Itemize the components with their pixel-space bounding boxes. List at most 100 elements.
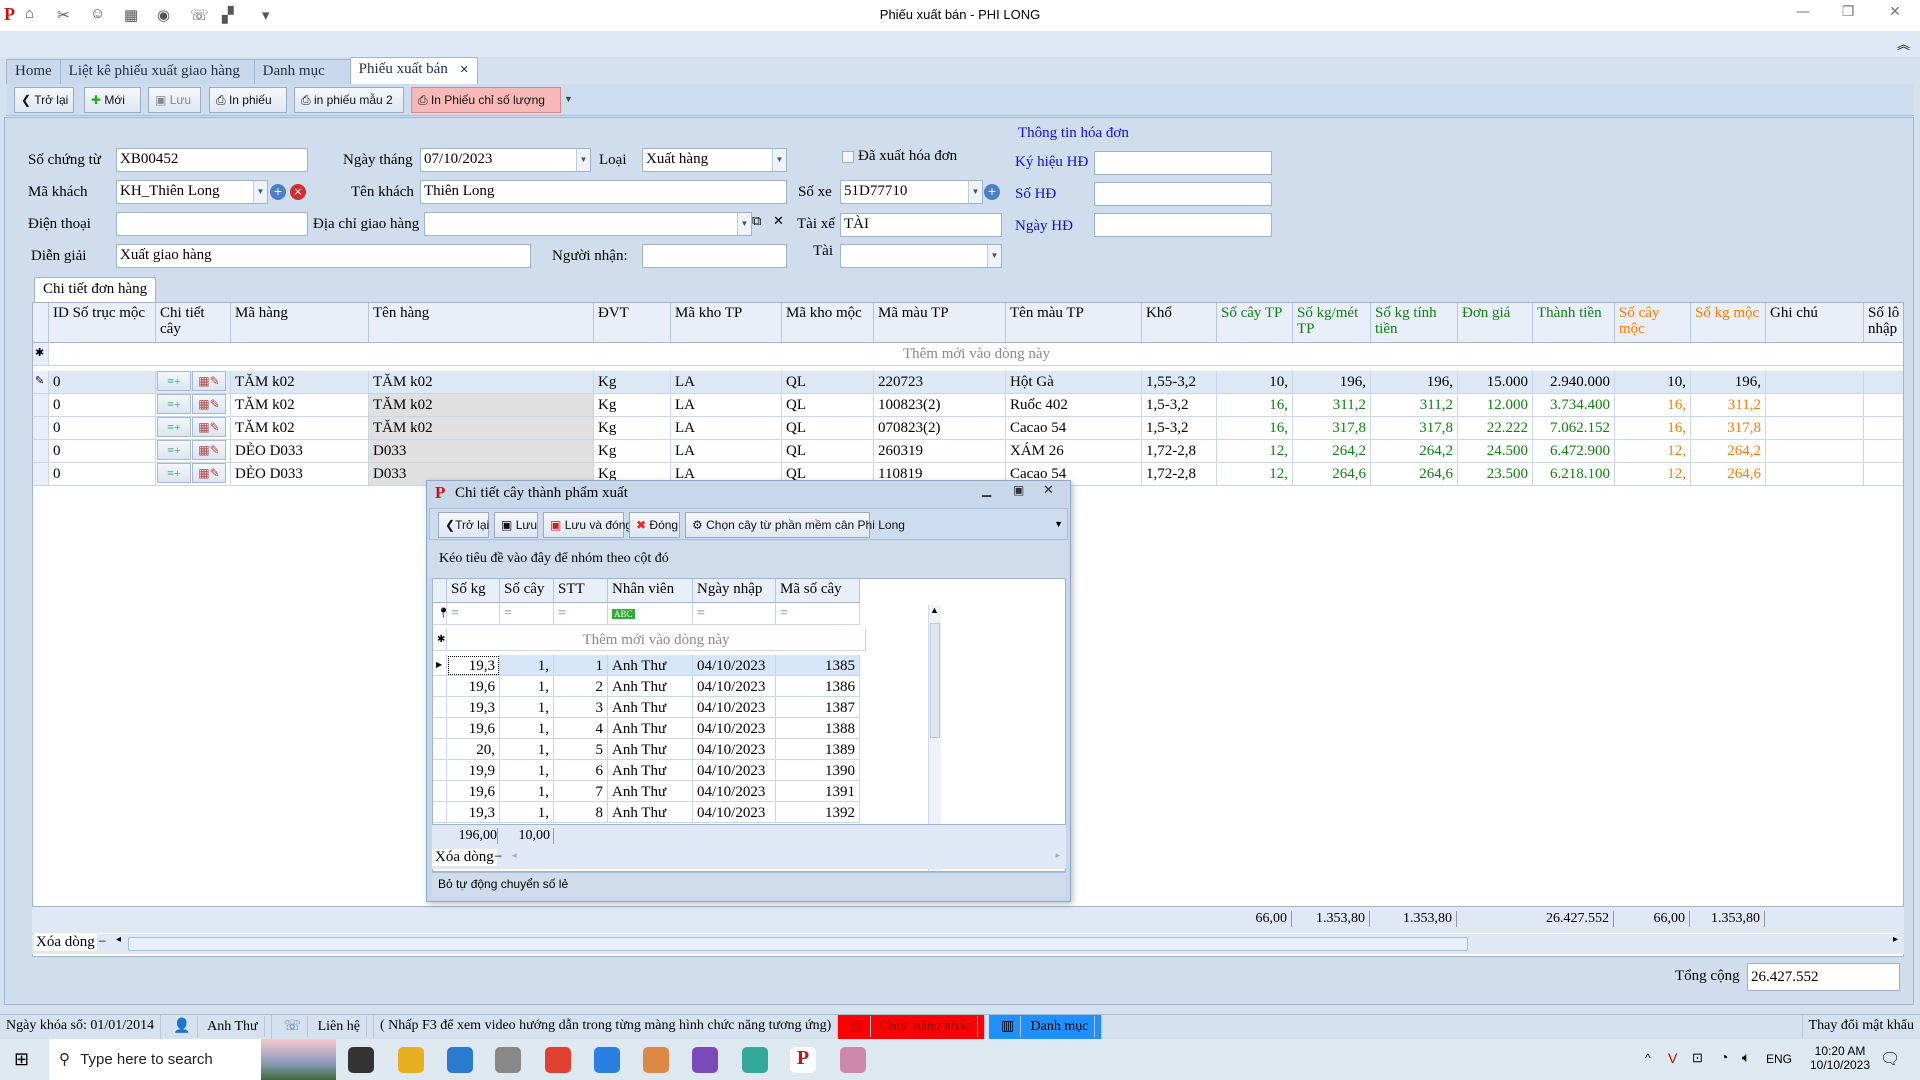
grid-cell[interactable]: 1387 bbox=[776, 697, 860, 718]
grid-cell[interactable]: QL bbox=[782, 371, 874, 394]
grid-cell[interactable]: 196, bbox=[1293, 371, 1371, 394]
column-header[interactable]: Thành tiền bbox=[1533, 303, 1615, 343]
edit-detail-icon[interactable]: ▦✎ bbox=[192, 417, 226, 437]
tab-liet-ke[interactable]: Liệt kê phiếu xuất giao hàng bbox=[59, 59, 255, 84]
column-header[interactable]: Số lô nhập bbox=[1864, 303, 1903, 343]
grid-cell[interactable]: 3.734.400 bbox=[1533, 394, 1615, 417]
column-header[interactable]: Số kg bbox=[447, 579, 500, 603]
tong-cong-value[interactable]: 26.427.552 bbox=[1747, 963, 1900, 991]
form-ten_khach-input[interactable]: Thiên Long bbox=[420, 180, 787, 204]
grid-cell[interactable]: 1390 bbox=[776, 760, 860, 781]
grid-cell[interactable] bbox=[1766, 417, 1864, 440]
new-button[interactable]: ✚ Mới bbox=[84, 87, 141, 113]
grid-cell[interactable] bbox=[1864, 394, 1903, 417]
grid-cell[interactable]: QL bbox=[782, 394, 874, 417]
grid-cell[interactable]: QL bbox=[782, 417, 874, 440]
grid-cell[interactable]: 1, bbox=[500, 676, 554, 697]
grid-cell[interactable]: 0 bbox=[49, 463, 156, 486]
filter-cell[interactable]: = bbox=[554, 603, 608, 625]
grid-cell[interactable]: 04/10/2023 bbox=[693, 802, 776, 823]
remove-customer-icon[interactable]: × bbox=[290, 184, 306, 200]
grid-cell[interactable]: DẺO D033 bbox=[231, 463, 369, 486]
table-row[interactable]: 19,3 1, 3 Anh Thư 04/10/2023 1387 bbox=[433, 697, 860, 718]
language-indicator[interactable]: ENG bbox=[1766, 1052, 1792, 1066]
table-row[interactable]: 20, 1, 5 Anh Thư 04/10/2023 1389 bbox=[433, 739, 860, 760]
form-nguoi_nhan-input[interactable] bbox=[642, 244, 787, 268]
grid-cell[interactable]: 20, bbox=[447, 739, 500, 760]
print-template2-button[interactable]: ⎙ in phiếu mẫu 2 bbox=[294, 87, 404, 113]
add-detail-icon[interactable]: ≡+ bbox=[157, 440, 191, 460]
grid-cell[interactable]: Anh Thư bbox=[608, 676, 693, 697]
grid-cell[interactable]: 10, bbox=[1615, 371, 1691, 394]
tab-chi-tiet-don-hang[interactable]: Chi tiết đơn hàng bbox=[34, 277, 157, 302]
grid-cell[interactable]: 1, bbox=[500, 802, 554, 823]
grid-cell[interactable]: 2.940.000 bbox=[1533, 371, 1615, 394]
grid-cell[interactable]: TĂM k02 bbox=[369, 371, 594, 394]
grid-cell[interactable]: 0 bbox=[49, 394, 156, 417]
show-hidden-icons[interactable]: ^ bbox=[1645, 1051, 1651, 1065]
grid-cell[interactable]: 4 bbox=[554, 718, 608, 739]
tool-icon[interactable] bbox=[495, 1047, 521, 1073]
grid-cell[interactable]: 19,9 bbox=[447, 760, 500, 781]
form-tai-input[interactable]: ▼ bbox=[840, 244, 1002, 268]
grid-cell[interactable]: 04/10/2023 bbox=[693, 760, 776, 781]
grid-cell[interactable]: 7.062.152 bbox=[1533, 417, 1615, 440]
filter-cell[interactable]: ABC bbox=[608, 603, 693, 625]
notifications-icon[interactable]: 🗨︎ bbox=[1880, 1049, 1900, 1069]
dialog-delete-row-button[interactable]: Xóa dòng bbox=[432, 849, 497, 866]
grid-cell[interactable]: 04/10/2023 bbox=[693, 781, 776, 802]
grid-cell[interactable]: 1391 bbox=[776, 781, 860, 802]
form-loai-input[interactable]: Xuất hàng ▼ bbox=[642, 148, 787, 172]
grid-cell[interactable]: 1, bbox=[500, 655, 554, 676]
grid-cell[interactable]: 12.000 bbox=[1458, 394, 1533, 417]
grid-cell[interactable]: 264,6 bbox=[1293, 463, 1371, 486]
grid-cell[interactable]: 1, bbox=[500, 760, 554, 781]
close-tab-icon[interactable]: ✕ bbox=[460, 63, 469, 76]
table-row[interactable]: 0 ≡+ ▦✎ DẺO D033 D033 Kg LA QL 260319 XÁM 26 1,72-… bbox=[33, 440, 1903, 463]
grid-cell[interactable]: 04/10/2023 bbox=[693, 739, 776, 760]
grid-cell[interactable]: 16, bbox=[1217, 417, 1293, 440]
column-header[interactable]: Số kg/mét TP bbox=[1293, 303, 1371, 343]
toolbar-overflow-icon[interactable]: ▼ bbox=[1054, 519, 1063, 529]
grid-cell[interactable]: 04/10/2023 bbox=[693, 697, 776, 718]
scroll-left-icon[interactable]: ◂ bbox=[512, 850, 517, 861]
grid-cell[interactable]: Kg bbox=[594, 371, 671, 394]
column-header[interactable]: Chi tiết cây bbox=[156, 303, 231, 343]
grid-cell[interactable]: 1 bbox=[554, 655, 608, 676]
form-dien_giai-input[interactable]: Xuất giao hàng bbox=[116, 244, 531, 268]
grid-cell[interactable]: 264,2 bbox=[1691, 440, 1766, 463]
chrome-icon[interactable] bbox=[545, 1047, 571, 1073]
tab-phieu-xuat-ban[interactable]: Phiếu xuất bán ✕ bbox=[349, 57, 478, 84]
grid-cell[interactable]: 19,6 bbox=[447, 718, 500, 739]
form-ngay_thang-input[interactable]: 07/10/2023 ▼ bbox=[420, 148, 591, 172]
other-functions-button[interactable]: ▤ Chức năng khác bbox=[838, 1015, 985, 1039]
grid-cell[interactable]: 04/10/2023 bbox=[693, 655, 776, 676]
grid-cell[interactable]: 2 bbox=[554, 676, 608, 697]
grid-cell[interactable]: 311,2 bbox=[1371, 394, 1458, 417]
invoice-so_hd-input[interactable] bbox=[1094, 182, 1272, 206]
grid-cell[interactable]: 19,3 bbox=[447, 655, 500, 676]
column-header[interactable]: Số cây bbox=[500, 579, 554, 603]
scroll-right-icon[interactable]: ▸ bbox=[1055, 850, 1060, 861]
grid-cell[interactable]: 220723 bbox=[874, 371, 1006, 394]
grid-cell[interactable]: Anh Thư bbox=[608, 655, 693, 676]
grid-cell[interactable]: 264,6 bbox=[1371, 463, 1458, 486]
save-button[interactable]: ▣ Lưu bbox=[148, 87, 201, 113]
grid-cell[interactable]: Anh Thư bbox=[608, 697, 693, 718]
grid-cell[interactable]: QL bbox=[782, 440, 874, 463]
grid-cell[interactable]: 1386 bbox=[776, 676, 860, 697]
scroll-right-icon[interactable]: ▸ bbox=[1893, 934, 1898, 945]
volume-icon[interactable]: 🔈︎ bbox=[1742, 1049, 1750, 1066]
delete-row-icon[interactable]: − bbox=[494, 849, 502, 866]
column-header[interactable]: Số kg tính tiền bbox=[1371, 303, 1458, 343]
grid-cell[interactable]: 070823(2) bbox=[874, 417, 1006, 440]
column-header[interactable]: Số cây TP bbox=[1217, 303, 1293, 343]
choose-from-scale-button[interactable]: ⚙ Chọn cây từ phần mềm cân Phi Long bbox=[685, 512, 905, 538]
grid-cell[interactable]: 19,6 bbox=[447, 781, 500, 802]
grid-cell[interactable]: 260319 bbox=[874, 440, 1006, 463]
grid-cell[interactable]: 196, bbox=[1371, 371, 1458, 394]
dialog-close-form-button[interactable]: ✖ Đóng bbox=[629, 512, 680, 538]
grid-cell[interactable]: XÁM 26 bbox=[1006, 440, 1142, 463]
grid-cell[interactable]: 19,3 bbox=[447, 802, 500, 823]
grid-cell[interactable]: 0 bbox=[49, 417, 156, 440]
